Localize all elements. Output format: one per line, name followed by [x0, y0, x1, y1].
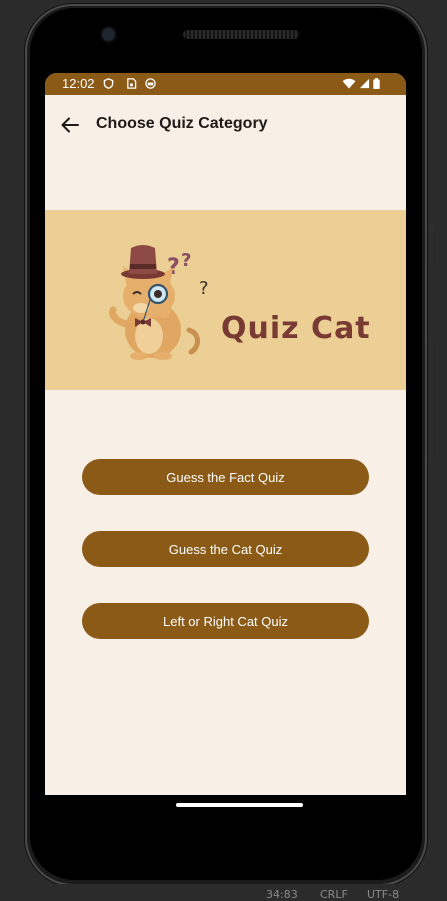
earpiece-speaker: [183, 30, 299, 39]
status-bar: 12:02: [45, 73, 406, 95]
app-screen: 12:02 Choose Quiz Category ? ? ? Quiz Ca…: [45, 73, 406, 795]
phone-volume-button: [429, 340, 433, 460]
page-title: Choose Quiz Category: [96, 115, 268, 132]
line-ending[interactable]: CRLF: [320, 888, 348, 901]
phone-side-button: [429, 225, 433, 265]
gesture-nav-handle[interactable]: [176, 803, 303, 807]
back-button[interactable]: [59, 114, 81, 136]
cursor-position[interactable]: 34:83: [266, 888, 298, 901]
signal-icon: [359, 78, 370, 89]
file-encoding[interactable]: UTF-8: [367, 888, 399, 901]
guess-the-fact-quiz-button[interactable]: Guess the Fact Quiz: [82, 459, 369, 495]
robot-face-icon: [145, 78, 156, 89]
ide-status-bar: 34:83 CRLF UTF-8: [0, 884, 447, 901]
wifi-icon: [342, 78, 356, 89]
quiz-cat-banner: ? ? ? Quiz Cat: [45, 210, 406, 390]
front-camera: [102, 28, 115, 41]
status-time: 12:02: [62, 76, 95, 91]
left-or-right-cat-quiz-button[interactable]: Left or Right Cat Quiz: [82, 603, 369, 639]
svg-text:?: ?: [181, 250, 191, 271]
battery-icon: [373, 78, 380, 89]
arrow-back-icon: [61, 117, 79, 133]
guess-the-cat-quiz-button[interactable]: Guess the Cat Quiz: [82, 531, 369, 567]
banner-title: Quiz Cat: [221, 311, 371, 346]
detective-cat-illustration: ? ? ?: [109, 245, 209, 360]
svg-text:?: ?: [199, 278, 209, 299]
sim-lock-icon: [127, 78, 137, 89]
app-bar: Choose Quiz Category: [45, 95, 406, 155]
shield-icon: [103, 78, 114, 89]
